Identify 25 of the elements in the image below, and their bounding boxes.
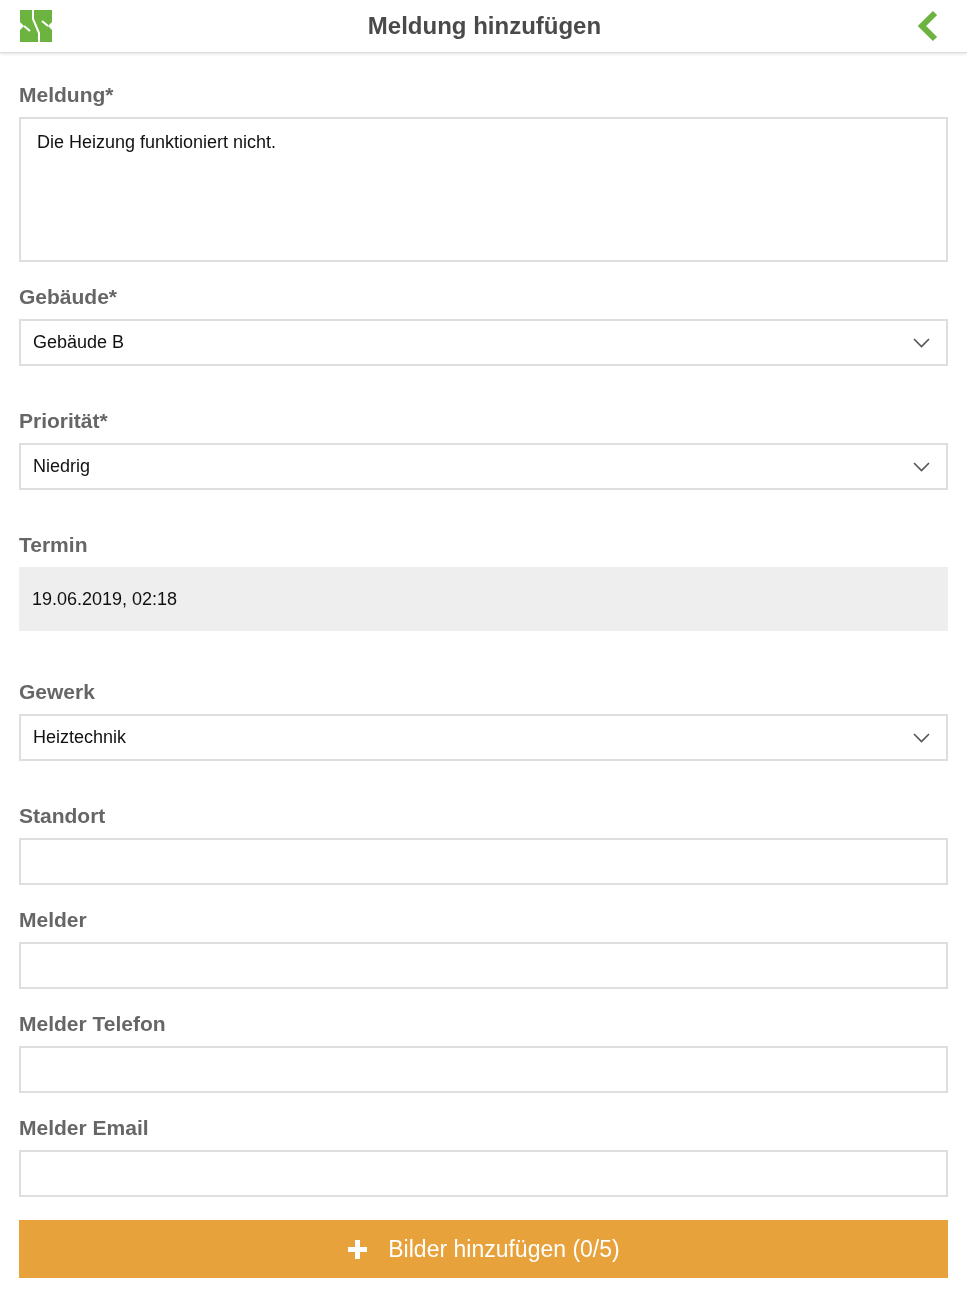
dropdown-select[interactable]: Niedrig bbox=[19, 443, 948, 490]
dropdown-select[interactable]: Gebäude B bbox=[19, 319, 948, 366]
logo-icon bbox=[20, 10, 52, 42]
back-chevron-icon[interactable] bbox=[917, 10, 939, 42]
field-label: Standort bbox=[19, 804, 106, 828]
plus-icon bbox=[347, 1238, 369, 1260]
input-field[interactable] bbox=[19, 942, 948, 989]
input-field[interactable] bbox=[19, 838, 948, 885]
date-field[interactable]: 19.06.2019, 02:18 bbox=[19, 567, 948, 631]
field-label: Meldung* bbox=[19, 83, 114, 107]
input-field[interactable] bbox=[19, 1150, 948, 1197]
field-label: Melder Telefon bbox=[19, 1012, 166, 1036]
page-title: Meldung hinzufügen bbox=[367, 12, 602, 40]
dropdown-select[interactable]: Heiztechnik bbox=[19, 714, 948, 761]
chevron-down-icon bbox=[913, 337, 930, 348]
field-label: Termin bbox=[19, 533, 88, 557]
field-label: Melder Email bbox=[19, 1116, 149, 1140]
field-label: Priorität* bbox=[19, 409, 108, 433]
field-label: Gebäude* bbox=[19, 285, 118, 309]
field-label: Melder bbox=[19, 908, 87, 932]
input-field[interactable] bbox=[19, 1046, 948, 1093]
chevron-down-icon bbox=[913, 461, 930, 472]
chevron-down-icon bbox=[913, 732, 930, 743]
field-label: Gewerk bbox=[19, 680, 95, 704]
message-textarea[interactable]: Die Heizung funktioniert nicht. bbox=[19, 117, 948, 262]
